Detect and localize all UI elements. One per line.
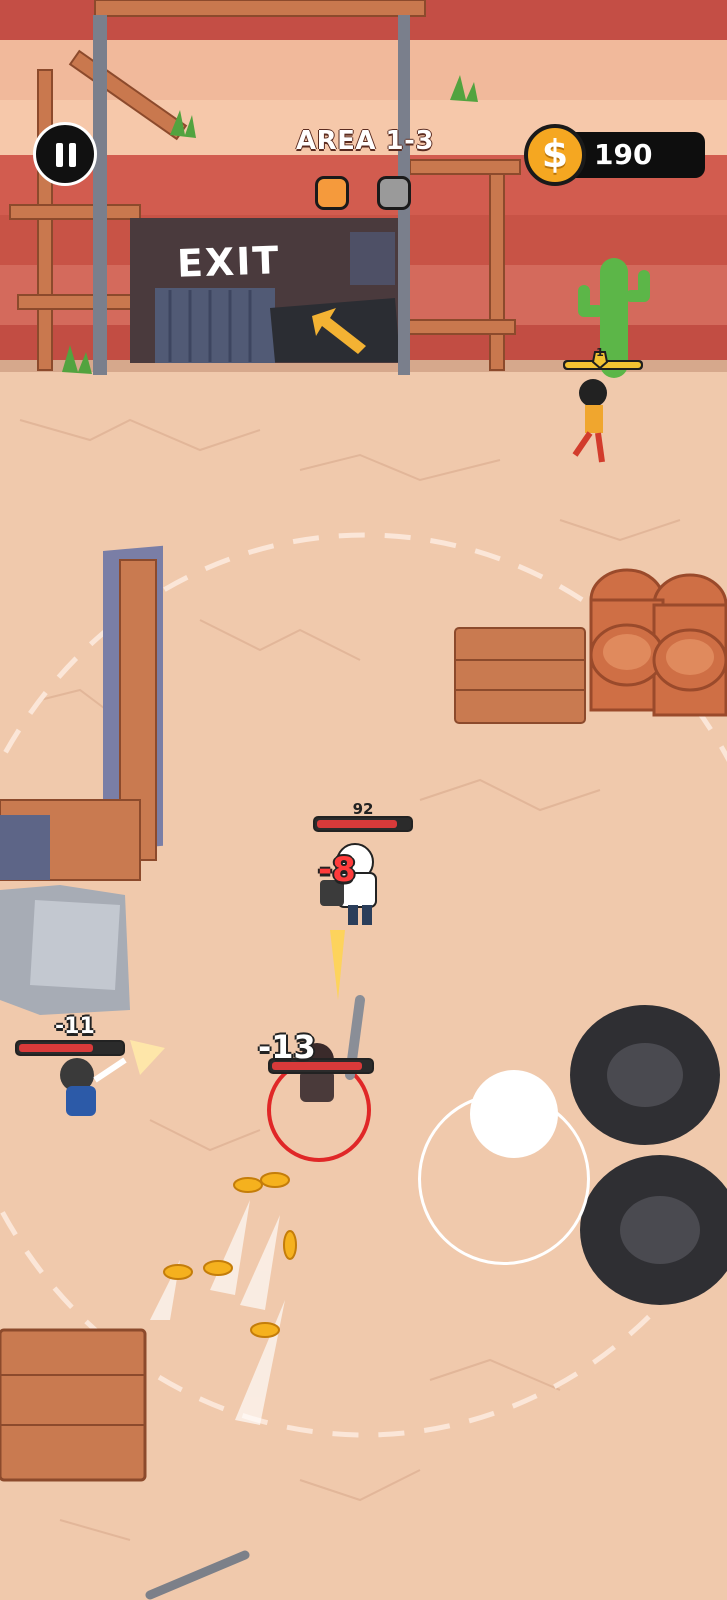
coin-symbol: $ xyxy=(541,132,569,176)
player-hp-bar xyxy=(313,816,413,832)
pause-icon-left xyxy=(56,143,63,167)
pause-button[interactable] xyxy=(33,122,97,186)
rock-pile xyxy=(0,885,130,1015)
wooden-crate xyxy=(0,1328,147,1482)
player-damage-popup: -8 xyxy=(318,850,356,890)
gunner-damage-popup: -11 xyxy=(55,1014,95,1039)
area-label: AREA 1-3 xyxy=(295,126,435,156)
stage-indicator-locked xyxy=(377,176,411,210)
gunner-hp-bar xyxy=(15,1040,125,1056)
bomber-level: 1 xyxy=(596,346,604,359)
joystick-knob[interactable] xyxy=(470,1070,558,1158)
stage-indicator-current xyxy=(315,176,349,210)
pause-icon-right xyxy=(69,143,76,167)
bat-thug-damage-popup: -13 xyxy=(258,1028,316,1066)
coin-icon: $ xyxy=(524,124,586,186)
coin-count: 190 xyxy=(594,138,653,171)
exit-sign: EXIT xyxy=(176,238,282,286)
